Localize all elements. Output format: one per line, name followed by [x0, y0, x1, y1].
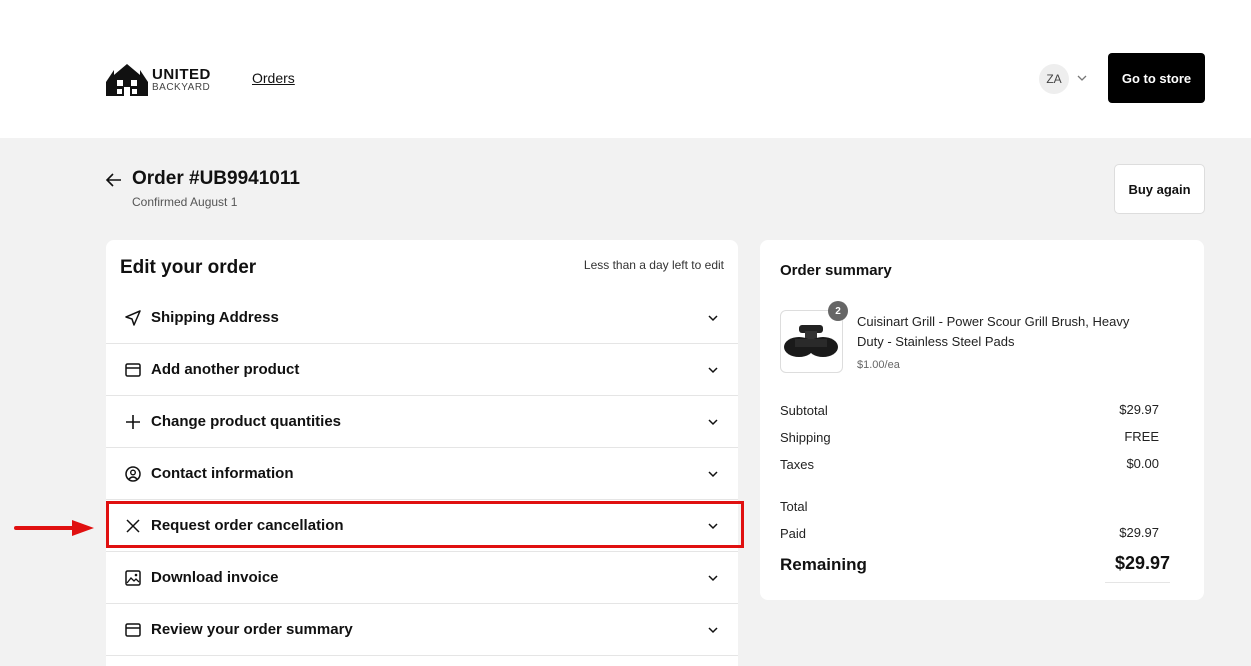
edit-item-label: Review your order summary [151, 621, 353, 638]
avatar[interactable]: ZA [1039, 64, 1069, 94]
calendar-icon [125, 622, 141, 637]
subtotal-value: $29.97 [1119, 402, 1159, 417]
logo-line2: BACKYARD [152, 82, 211, 93]
edit-item-download-invoice[interactable]: Download invoice [106, 552, 738, 604]
buy-again-button[interactable]: Buy again [1114, 164, 1205, 214]
brand-logo[interactable]: UNITED BACKYARD [106, 62, 211, 98]
paid-label: Paid [780, 526, 807, 541]
order-summary-title: Order summary [780, 262, 892, 279]
plus-icon [126, 414, 140, 429]
edit-item-contact-information[interactable]: Contact information [106, 448, 738, 500]
edit-item-label: Shipping Address [151, 309, 279, 326]
remaining-label: Remaining [780, 555, 867, 574]
navigation-arrow-icon [125, 309, 141, 326]
calendar-icon [125, 362, 141, 377]
edit-item-label: Request order cancellation [151, 517, 344, 534]
edit-item-label: Download invoice [151, 569, 279, 586]
paid-value: $29.97 [1119, 525, 1159, 540]
chevron-down-icon [708, 366, 718, 373]
chevron-down-icon [708, 574, 718, 581]
logo-line1: UNITED [152, 66, 211, 83]
edit-order-heading: Edit your order [120, 257, 257, 278]
subtotal-label: Subtotal [780, 403, 828, 418]
edit-order-panel: Edit your order Less than a day left to … [106, 240, 738, 666]
top-header: UNITED BACKYARD Orders ZA Go to store [0, 0, 1251, 138]
order-confirmed-date: Confirmed August 1 [132, 195, 238, 209]
edit-item-label: Change product quantities [151, 413, 342, 430]
edit-item-shipping-address[interactable]: Shipping Address [106, 292, 738, 344]
total-label: Total [780, 499, 808, 514]
edit-item-review-summary[interactable]: Review your order summary [106, 604, 738, 656]
divider [1105, 582, 1170, 583]
taxes-value: $0.00 [1126, 456, 1159, 471]
chevron-down-icon [708, 626, 718, 633]
nav-orders-link[interactable]: Orders [252, 70, 295, 86]
shipping-label: Shipping [780, 430, 831, 445]
shipping-value: FREE [1124, 429, 1159, 444]
edit-time-note: Less than a day left to edit [583, 258, 724, 272]
order-summary-panel: Order summary 2 Cuisinart Grill - Power … [760, 240, 1204, 600]
edit-item-label: Contact information [151, 465, 294, 482]
user-circle-icon [125, 465, 141, 482]
go-to-store-button[interactable]: Go to store [1108, 53, 1205, 103]
edit-item-change-quantities[interactable]: Change product quantities [106, 396, 738, 448]
quantity-badge: 2 [828, 301, 848, 321]
chevron-down-icon [708, 314, 718, 321]
house-logo-icon [106, 64, 148, 96]
product-name: Cuisinart Grill - Power Scour Grill Brus… [857, 314, 1130, 349]
annotation-arrow-icon [14, 520, 94, 536]
product-unit-price: $1.00/ea [857, 359, 900, 371]
edit-item-add-product[interactable]: Add another product [106, 344, 738, 396]
image-icon [125, 569, 141, 586]
chevron-down-icon[interactable] [1076, 72, 1088, 84]
edit-item-label: Add another product [151, 361, 300, 378]
chevron-down-icon [708, 418, 718, 425]
edit-item-request-cancellation[interactable]: Request order cancellation [106, 500, 738, 552]
close-icon [126, 518, 140, 533]
chevron-down-icon [708, 470, 718, 477]
taxes-label: Taxes [780, 457, 814, 472]
chevron-down-icon [708, 522, 718, 529]
remaining-value: $29.97 [1114, 553, 1170, 573]
logo-wordmark: UNITED BACKYARD [152, 67, 211, 93]
page-title: Order #UB9941011 [132, 168, 300, 189]
back-arrow-icon[interactable] [104, 170, 124, 190]
grill-brush-image [784, 325, 838, 357]
